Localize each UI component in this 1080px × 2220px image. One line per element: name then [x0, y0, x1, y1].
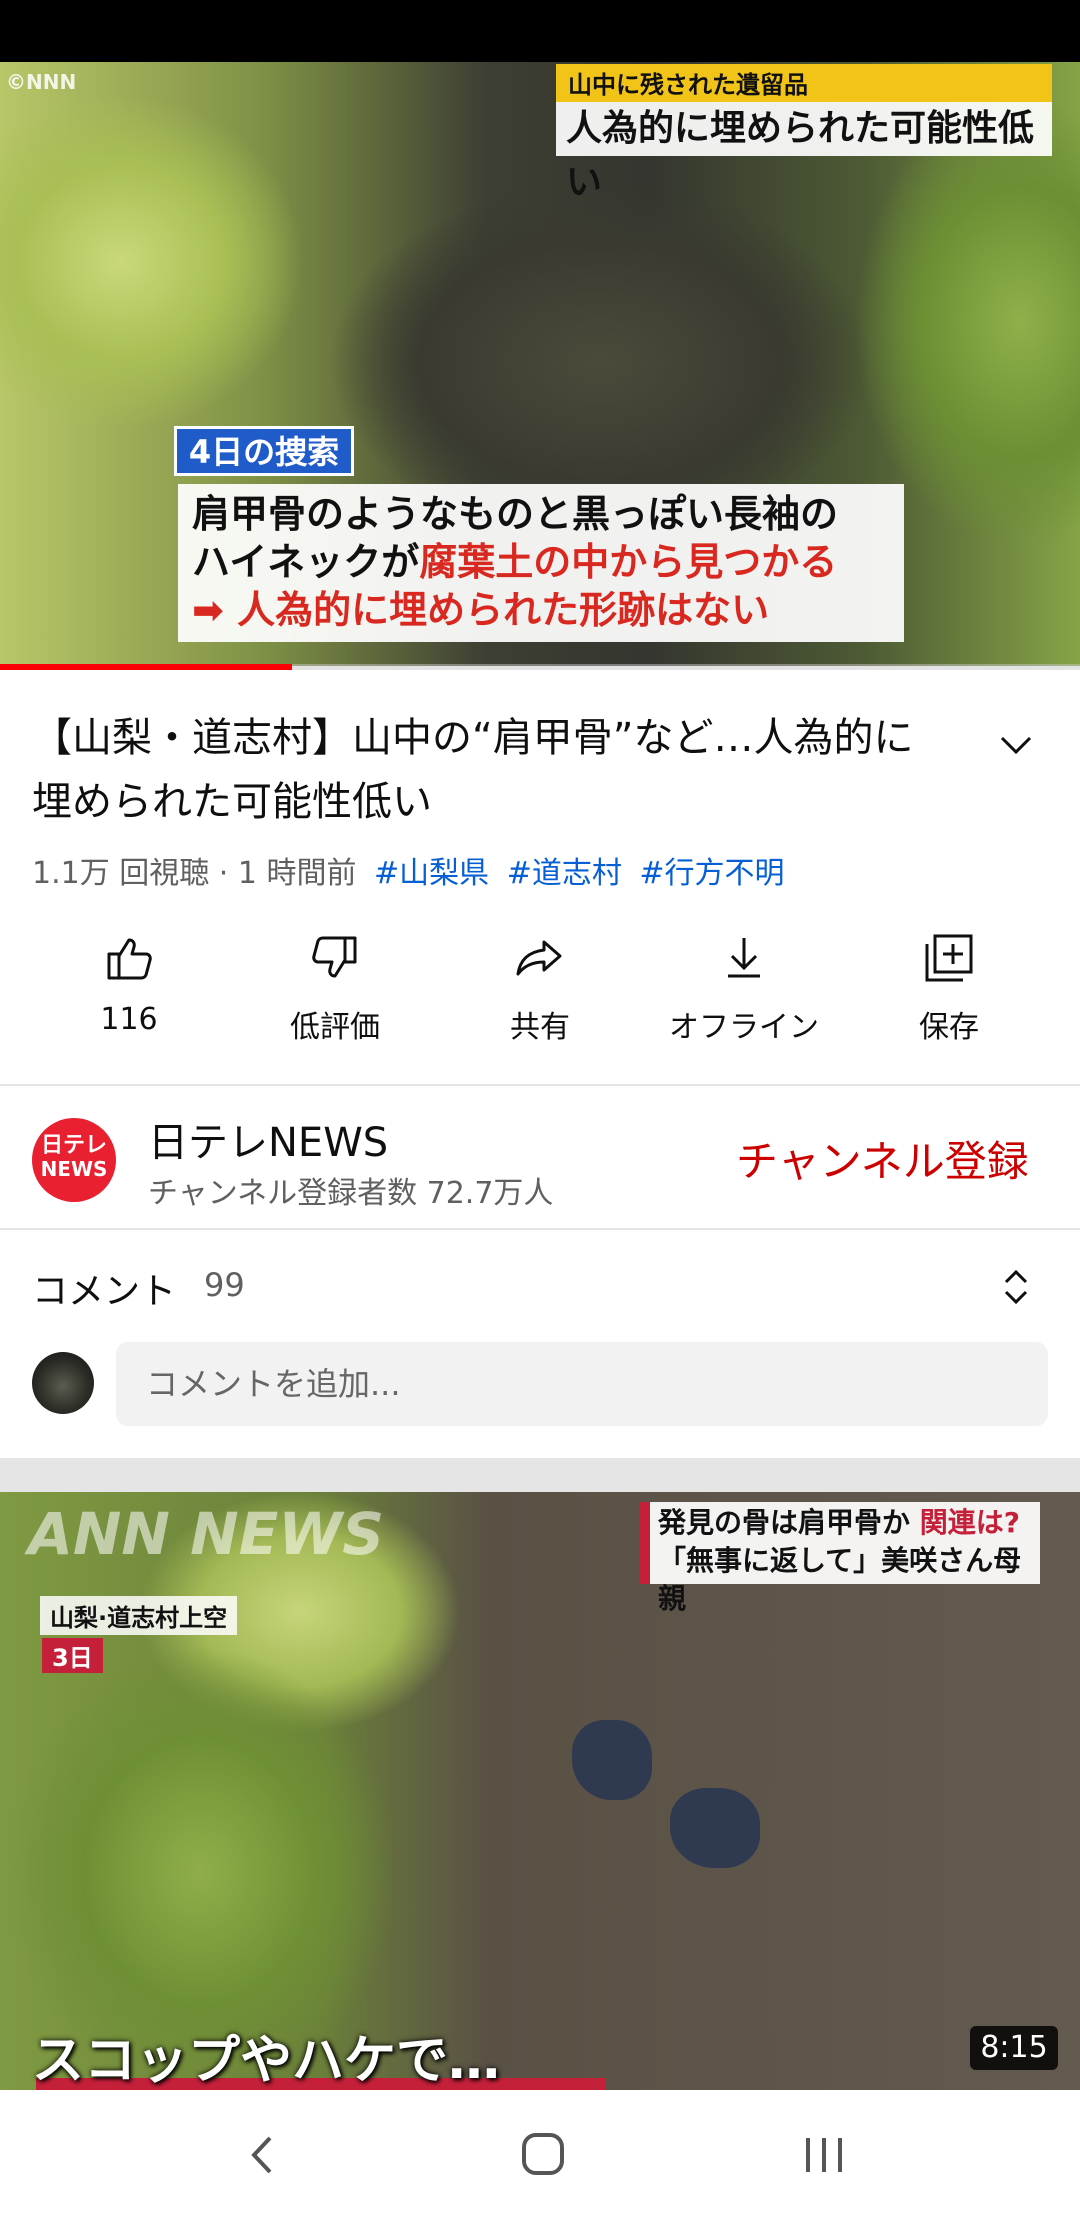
hashtag-2[interactable]: #道志村: [507, 856, 622, 891]
channel-name[interactable]: 日テレNEWS: [148, 1110, 388, 1168]
caption-line-2-red: 腐葉土の中から見つかる: [419, 540, 838, 584]
expand-collapse-icon[interactable]: [996, 1262, 1036, 1312]
video-duration: 8:15: [970, 2026, 1058, 2070]
thumbs-up-icon: [107, 938, 152, 980]
next-video-thumbnail[interactable]: ANN NEWS 山梨·道志村上空 3日 発見の骨は肩甲骨か 関連は? 「無事に…: [0, 1492, 1080, 2090]
thumbnail-location: 山梨·道志村上空: [40, 1596, 238, 1635]
video-meta: 1.1万 回視聴 · 1 時間前 #山梨県 #道志村 #行方不明: [32, 848, 785, 892]
headline-part1: 発見の骨は肩甲骨か: [658, 1506, 920, 1539]
main-caption: 肩甲骨のようなものと黒っぽい長袖の ハイネックが腐葉土の中から見つかる ➡ 人為…: [178, 484, 904, 642]
caption-top-small: 山中に残された遺留品: [556, 64, 1052, 102]
offline-button[interactable]: オフライン: [644, 930, 844, 1046]
video-player[interactable]: ©NNN 山中に残された遺留品 人為的に埋められた可能性低い 4日の捜索 肩甲骨…: [0, 62, 1080, 666]
progress-bar[interactable]: [0, 664, 1080, 670]
comment-input[interactable]: [116, 1342, 1048, 1426]
investigator-figure: [572, 1720, 652, 1800]
channel-avatar-line2: NEWS: [40, 1157, 108, 1181]
thumbnail-watermark: ANN NEWS: [28, 1500, 385, 1568]
action-row: 116 低評価 共有 オフライン 保存: [0, 930, 1080, 1060]
comments-count: 99: [204, 1266, 245, 1304]
hashtag-3[interactable]: #行方不明: [639, 856, 784, 891]
share-button[interactable]: 共有: [440, 930, 640, 1046]
channel-avatar-line1: 日テレ: [40, 1133, 107, 1158]
channel-avatar[interactable]: 日テレ NEWS: [32, 1118, 116, 1202]
thumbnail-headline: 発見の骨は肩甲骨か 関連は? 「無事に返して」美咲さん母親: [640, 1502, 1040, 1615]
caption-line-2: ハイネックが腐葉土の中から見つかる: [192, 538, 890, 586]
back-icon[interactable]: [222, 2120, 302, 2190]
comments-label[interactable]: コメント: [32, 1262, 176, 1314]
thumbnail-caption: スコップやハケで…: [32, 2031, 501, 2090]
divider: [0, 1228, 1080, 1230]
dislike-button[interactable]: 低評価: [235, 930, 435, 1046]
share-icon: [516, 940, 562, 976]
thumbs-down-icon: [312, 936, 357, 978]
hashtag-1[interactable]: #山梨県: [374, 856, 489, 891]
recent-apps-icon[interactable]: [784, 2120, 864, 2190]
video-title[interactable]: 【山梨・道志村】山中の“肩甲骨”など…人為的に埋められた可能性低い: [32, 706, 952, 834]
save-button[interactable]: 保存: [849, 930, 1049, 1046]
headline-line-2: 「無事に返して」美咲さん母親: [658, 1544, 1022, 1615]
search-date-tag: 4日の捜索: [174, 426, 354, 476]
thumbnail-day: 3日: [42, 1638, 103, 1673]
user-avatar: [32, 1352, 94, 1414]
like-count: 116: [100, 1002, 158, 1037]
share-label: 共有: [510, 1010, 570, 1045]
views-time: 1.1万 回視聴 · 1 時間前: [32, 856, 357, 891]
headline-line-1: 発見の骨は肩甲骨か 関連は?: [658, 1504, 1032, 1542]
navigation-bar: [0, 2090, 1080, 2220]
caption-line-2-black: ハイネックが: [192, 540, 420, 584]
caption-line-1: 肩甲骨のようなものと黒っぽい長袖の: [192, 492, 839, 536]
progress-fill: [0, 664, 292, 670]
dislike-label: 低評価: [290, 1010, 380, 1045]
investigator-figure: [670, 1788, 760, 1868]
download-icon: [728, 938, 760, 978]
chevron-down-icon[interactable]: [992, 722, 1040, 770]
section-separator: [0, 1458, 1080, 1492]
save-label: 保存: [919, 1010, 979, 1045]
subscribe-button[interactable]: チャンネル登録: [736, 1128, 1029, 1189]
status-bar: [0, 0, 1080, 62]
playlist-add-icon: [925, 934, 973, 982]
headline-red: 関連は?: [919, 1506, 1020, 1539]
like-button[interactable]: 116: [29, 930, 229, 1037]
home-icon[interactable]: [502, 2120, 582, 2190]
subscriber-count: チャンネル登録者数 72.7万人: [148, 1176, 554, 1211]
player-watermark: ©NNN: [6, 70, 77, 94]
divider: [0, 1084, 1080, 1086]
caption-line-3: ➡ 人為的に埋められた形跡はない: [192, 588, 770, 632]
offline-label: オフライン: [669, 1010, 819, 1045]
caption-top-big: 人為的に埋められた可能性低い: [556, 102, 1052, 203]
